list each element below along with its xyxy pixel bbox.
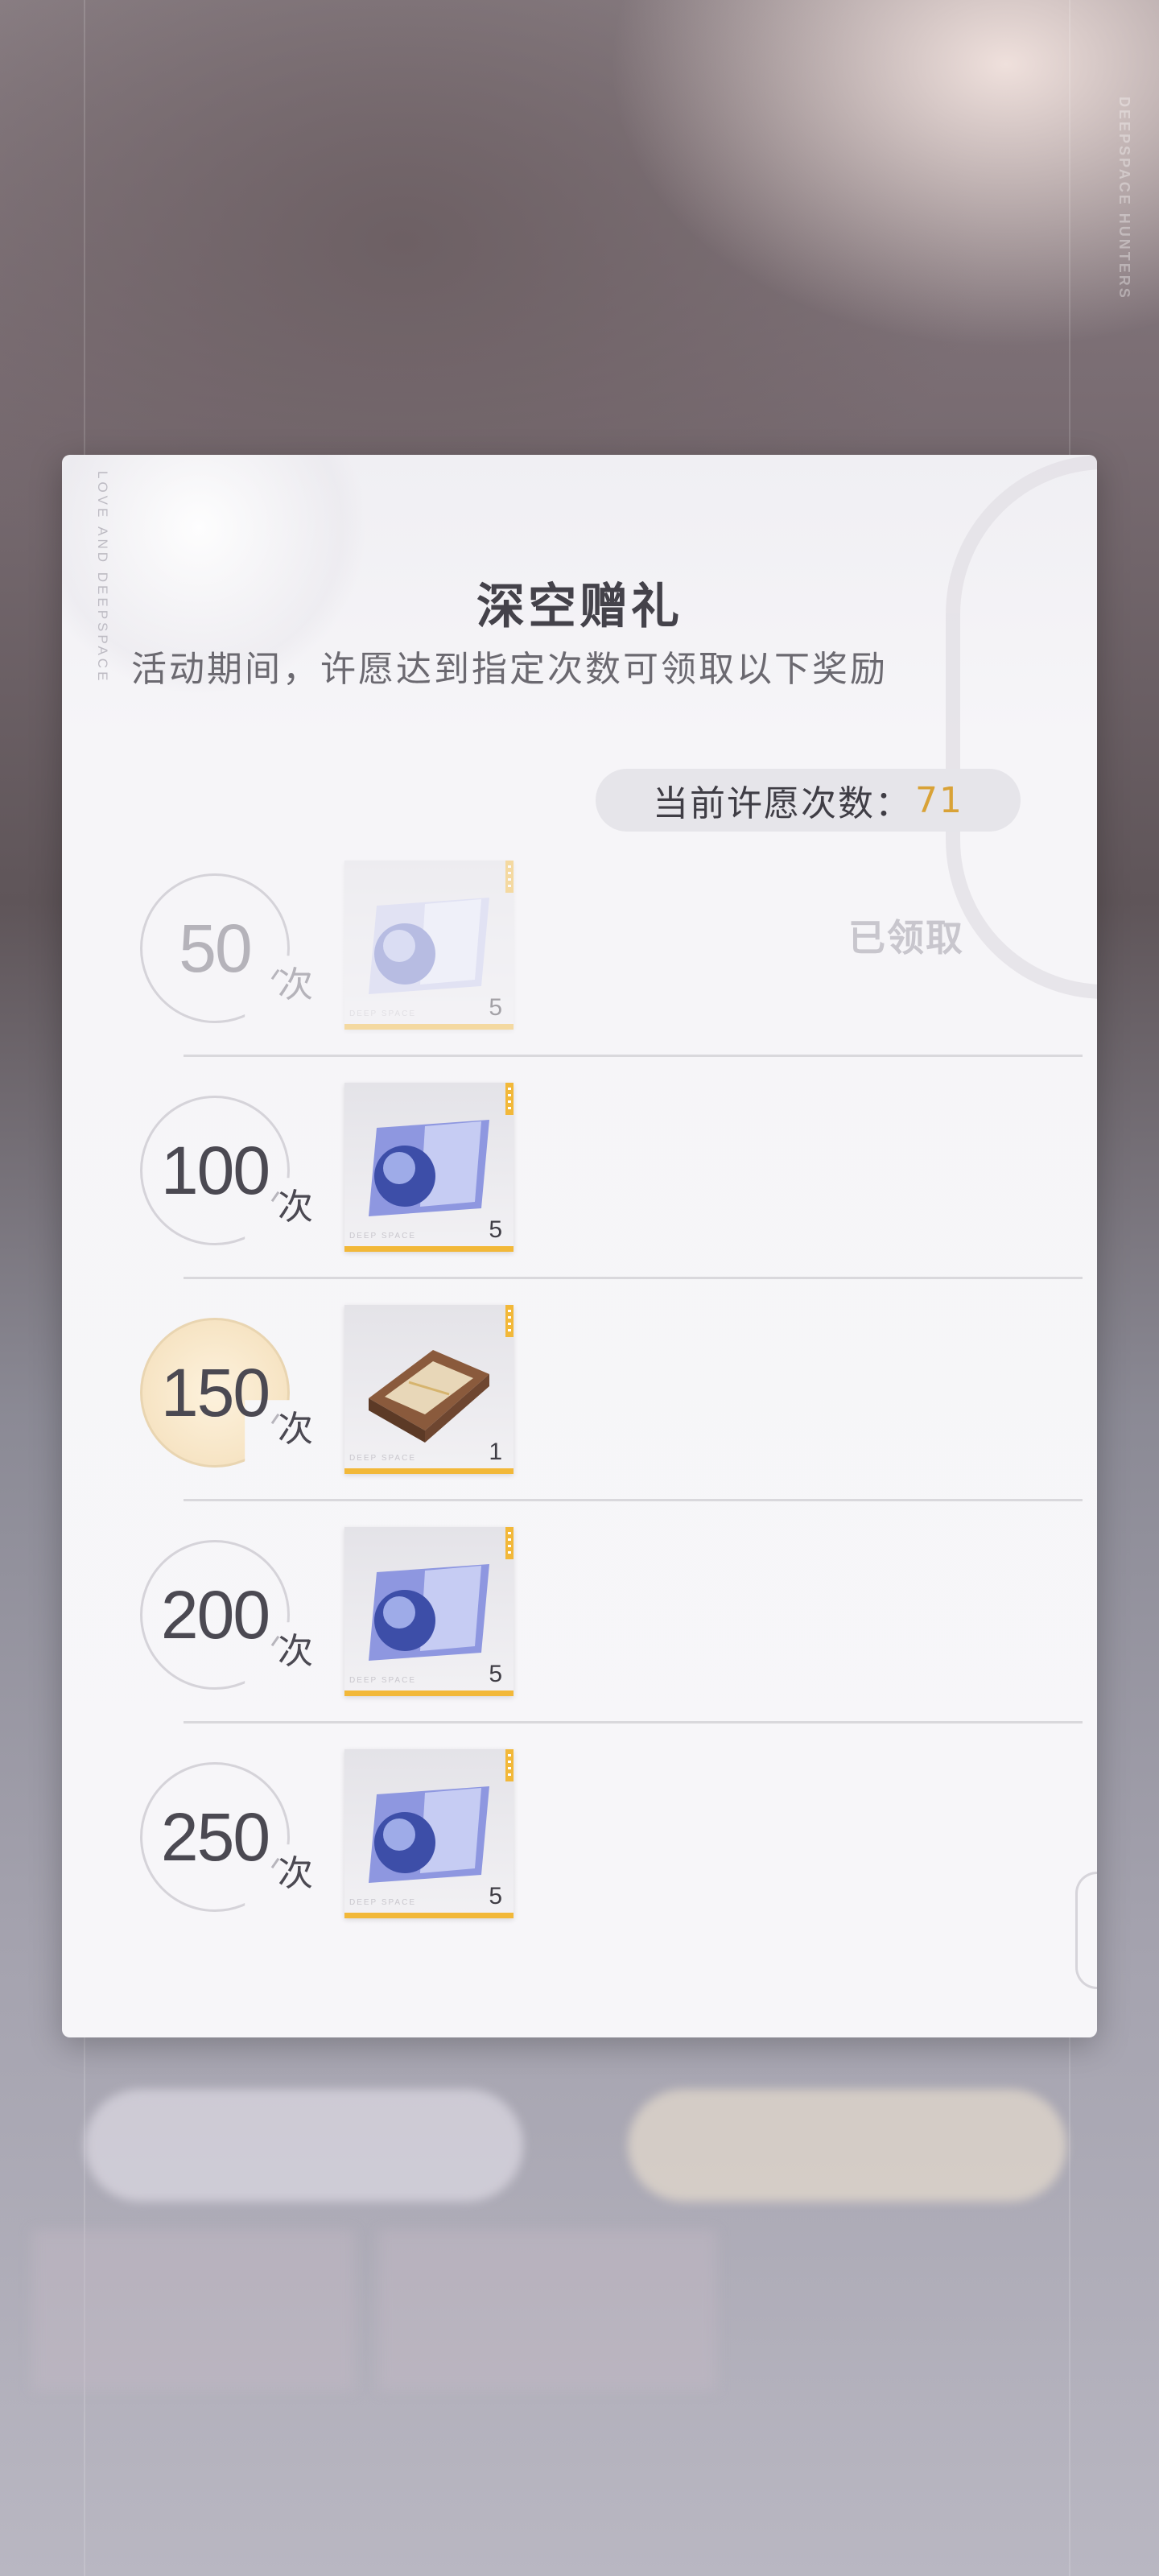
milestone-count: 50 xyxy=(179,910,252,986)
item-brand: DEEP SPACE xyxy=(349,1676,416,1685)
milestone-unit: 次 xyxy=(278,1187,313,1228)
item-quantity: 5 xyxy=(489,994,502,1021)
item-quantity: 5 xyxy=(489,1216,502,1243)
rarity-marker xyxy=(505,1527,514,1559)
rarity-marker xyxy=(505,1749,514,1781)
reward-item[interactable]: DEEP SPACE 5 xyxy=(344,861,514,1030)
background-side-label: DEEPSPACE HUNTERS xyxy=(1116,97,1132,300)
item-quantity: 1 xyxy=(489,1439,502,1465)
rarity-marker xyxy=(505,1305,514,1337)
milestone-unit: 次 xyxy=(278,964,313,1005)
wish-count-label: 当前许愿次数： xyxy=(653,783,912,824)
rarity-bar xyxy=(344,1913,514,1918)
item-brand: DEEP SPACE xyxy=(349,1454,416,1463)
background-button xyxy=(628,2089,1066,2202)
row-divider xyxy=(184,1277,1083,1279)
rarity-bar xyxy=(344,1468,514,1474)
rarity-bar xyxy=(344,1690,514,1696)
milestone-unit: 次 xyxy=(278,1631,313,1672)
row-divider xyxy=(184,1721,1083,1724)
reward-item[interactable]: DEEP SPACE 5 xyxy=(344,1749,514,1918)
item-brand: DEEP SPACE xyxy=(349,1232,416,1241)
reward-item[interactable]: DEEP SPACE 1 xyxy=(344,1305,514,1474)
milestone-unit: 次 xyxy=(278,1853,313,1894)
background-thumbnail xyxy=(378,2230,716,2391)
item-brand: DEEP SPACE xyxy=(349,1009,416,1018)
dialog-title: 深空赠礼 xyxy=(476,579,683,635)
rarity-marker xyxy=(505,861,514,893)
reward-item[interactable]: DEEP SPACE 5 xyxy=(344,1527,514,1696)
milestone-unit: 次 xyxy=(278,1409,313,1450)
deepspace-ticket-icon xyxy=(369,1120,489,1216)
item-brand: DEEP SPACE xyxy=(349,1898,416,1907)
rarity-bar xyxy=(344,1024,514,1030)
background-button xyxy=(85,2089,523,2202)
milestone-row[interactable]: 250 次 DEEP SPACE 5 xyxy=(62,1749,1097,1971)
gift-box-icon xyxy=(369,1350,489,1443)
milestone-count: 100 xyxy=(160,1132,270,1208)
milestone-row[interactable]: 150 次 DEEP SPACE 1 xyxy=(62,1305,1097,1527)
deepspace-ticket-icon xyxy=(369,1786,489,1883)
item-quantity: 5 xyxy=(489,1661,502,1687)
rewards-dialog: LOVE AND DEEPSPACE 深空赠礼 活动期间，许愿达到指定次数可领取… xyxy=(62,455,1097,2037)
milestone-count: 250 xyxy=(160,1798,270,1875)
wish-count-value: 71 xyxy=(915,779,963,821)
milestone-row[interactable]: 200 次 DEEP SPACE 5 xyxy=(62,1527,1097,1749)
milestone-count: 150 xyxy=(160,1354,270,1430)
rarity-bar xyxy=(344,1246,514,1252)
deepspace-ticket-icon xyxy=(369,898,489,994)
row-divider xyxy=(184,1055,1083,1057)
claimed-status: 已领取 xyxy=(848,916,964,960)
milestone-row[interactable]: 50 次 DEEP SPACE 5 已领取 xyxy=(62,861,1097,1083)
milestone-row[interactable]: 100 次 DEEP SPACE 5 xyxy=(62,1083,1097,1305)
background-thumbnail xyxy=(32,2230,354,2391)
row-divider xyxy=(184,1499,1083,1501)
reward-item[interactable]: DEEP SPACE 5 xyxy=(344,1083,514,1252)
rarity-marker xyxy=(505,1083,514,1115)
wish-count-badge: 当前许愿次数： 71 xyxy=(596,769,1021,832)
deepspace-ticket-icon xyxy=(369,1564,489,1661)
item-quantity: 5 xyxy=(489,1883,502,1909)
milestone-count: 200 xyxy=(160,1576,270,1653)
dialog-subtitle: 活动期间，许愿达到指定次数可领取以下奖励 xyxy=(131,649,888,690)
